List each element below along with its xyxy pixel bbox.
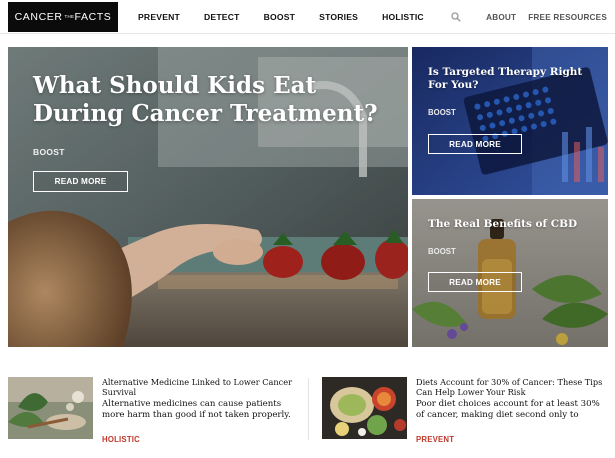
card-category[interactable]: BOOST [428,108,456,117]
article-text: Alternative Medicine Linked to Lower Can… [102,377,298,447]
secondary-menu: ABOUT FREE RESOURCES [451,0,607,34]
top-navigation: CANCER THE FACTS PREVENT DETECT BOOST ST… [0,0,615,34]
article-title[interactable]: Alternative Medicine Linked to Lower Can… [102,377,298,397]
nav-link-stories[interactable]: STORIES [319,12,358,22]
logo-text-facts: FACTS [74,11,112,23]
logo-text-cancer: CANCER [14,11,63,23]
article-thumbnail[interactable] [322,377,407,439]
main-menu: PREVENT DETECT BOOST STORIES HOLISTIC [138,0,448,34]
nav-link-detect[interactable]: DETECT [204,12,240,22]
nav-link-free-resources[interactable]: FREE RESOURCES [528,13,607,22]
logo-text-the: THE [64,14,75,19]
article-excerpt: Alternative medicines can cause patients… [102,399,291,420]
hero-title[interactable]: What Should Kids Eat During Cancer Treat… [33,72,393,128]
article-thumbnail[interactable] [8,377,93,439]
site-logo[interactable]: CANCER THE FACTS [8,2,118,32]
article-category[interactable]: HOLISTIC [102,435,140,444]
article-item[interactable]: Alternative Medicine Linked to Lower Can… [8,377,298,447]
hero-read-more-button[interactable]: READ MORE [33,171,128,192]
card-category[interactable]: BOOST [428,247,456,256]
article-item[interactable]: Diets Account for 30% of Cancer: These T… [322,377,610,447]
nav-link-boost[interactable]: BOOST [264,12,296,22]
card-read-more-button[interactable]: READ MORE [428,272,522,292]
hero-feature[interactable]: What Should Kids Eat During Cancer Treat… [8,47,408,347]
hero-category[interactable]: BOOST [33,147,65,157]
feature-card-cbd[interactable]: The Real Benefits of CBD BOOST READ MORE [412,199,608,347]
article-divider [308,378,309,440]
nav-link-holistic[interactable]: HOLISTIC [382,12,424,22]
card-read-more-button[interactable]: READ MORE [428,134,522,154]
card-title[interactable]: The Real Benefits of CBD [428,218,598,231]
nav-link-about[interactable]: ABOUT [486,13,516,22]
card-title[interactable]: Is Targeted Therapy Right For You? [428,66,598,92]
article-text: Diets Account for 30% of Cancer: These T… [416,377,610,447]
feature-card-targeted-therapy[interactable]: Is Targeted Therapy Right For You? BOOST… [412,47,608,195]
nav-link-prevent[interactable]: PREVENT [138,12,180,22]
article-excerpt: Poor diet choices account for at least 3… [416,399,600,420]
article-category[interactable]: PREVENT [416,435,454,444]
article-title[interactable]: Diets Account for 30% of Cancer: These T… [416,377,610,397]
search-icon[interactable] [451,12,461,22]
